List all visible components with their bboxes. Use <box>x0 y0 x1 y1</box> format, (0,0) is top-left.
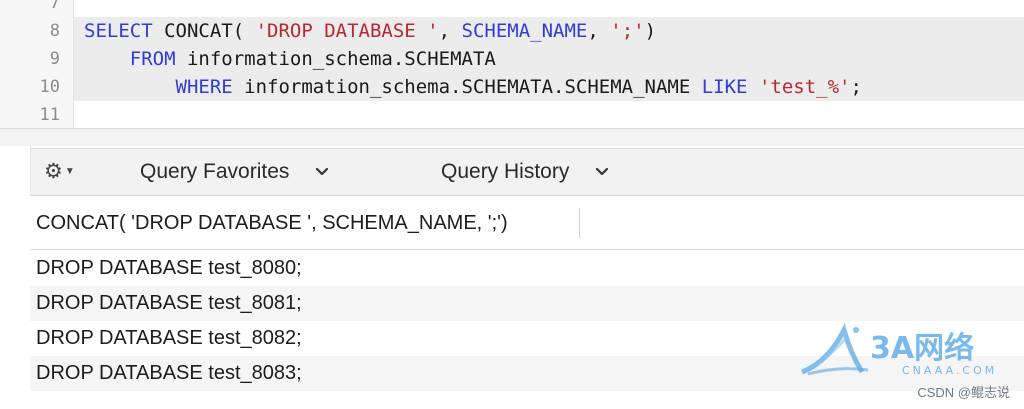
code-text: WHERE information_schema.SCHEMATA.SCHEMA… <box>74 73 1024 101</box>
editor-line[interactable]: 7 <box>0 0 1024 17</box>
code-text: SELECT CONCAT( 'DROP DATABASE ', SCHEMA_… <box>74 17 1024 45</box>
sql-string: ';' <box>610 20 645 42</box>
sql-token: CONCAT( <box>152 20 256 42</box>
gear-menu-button[interactable]: ⚙ ▼ <box>44 159 80 185</box>
line-number: 8 <box>49 21 60 41</box>
column-header-label: CONCAT( 'DROP DATABASE ', SCHEMA_NAME, '… <box>36 212 508 234</box>
gear-icon: ⚙ <box>44 160 63 183</box>
table-cell: DROP DATABASE test_8081; <box>36 292 302 314</box>
sql-keyword: WHERE <box>175 76 233 98</box>
editor-line[interactable]: 11 <box>0 101 1024 129</box>
table-cell: DROP DATABASE test_8082; <box>36 327 302 349</box>
table-cell: DROP DATABASE test_8080; <box>36 257 302 279</box>
sql-editor[interactable]: 7 8 SELECT CONCAT( 'DROP DATABASE ', SCHEM… <box>0 0 1024 146</box>
query-toolbar: ⚙ ▼ Query Favorites Query History <box>30 148 1024 196</box>
editor-line[interactable]: 9 FROM information_schema.SCHEMATA <box>0 45 1024 73</box>
watermark-logo: 3A网络 CNAAA.COM <box>798 322 998 378</box>
sql-keyword: SCHEMA_NAME <box>461 20 588 42</box>
query-favorites-label: Query Favorites <box>140 160 290 183</box>
line-number: 9 <box>49 49 60 69</box>
editor-line[interactable]: 8 SELECT CONCAT( 'DROP DATABASE ', SCHEMA… <box>0 17 1024 45</box>
sql-string: 'DROP DATABASE ' <box>255 20 439 42</box>
sql-keyword: SELECT <box>84 20 153 42</box>
watermark-logo-text: 3A网络 <box>870 331 974 366</box>
sql-keyword: LIKE <box>701 76 748 98</box>
sql-token: information_schema.SCHEMATA <box>175 48 496 70</box>
chevron-down-icon <box>315 165 329 180</box>
sql-token: , <box>438 20 462 42</box>
sql-keyword: FROM <box>129 48 176 70</box>
sql-token: ) <box>644 20 657 42</box>
sql-token: , <box>587 20 611 42</box>
sql-string: 'test_%' <box>758 76 851 98</box>
sql-token: information_schema.SCHEMATA.SCHEMA_NAME <box>232 76 702 98</box>
sql-token: ; <box>850 76 862 98</box>
column-divider[interactable] <box>579 208 580 238</box>
code-text: FROM information_schema.SCHEMATA <box>74 45 1024 73</box>
editor-bottom-bar <box>0 128 1024 146</box>
line-number: 7 <box>49 0 60 13</box>
editor-line[interactable]: 10 WHERE information_schema.SCHEMATA.SCH… <box>0 73 1024 101</box>
table-row[interactable]: DROP DATABASE test_8080; <box>30 251 1024 286</box>
column-header[interactable]: CONCAT( 'DROP DATABASE ', SCHEMA_NAME, '… <box>30 196 1024 250</box>
watermark-logo-sub: CNAAA.COM <box>902 364 997 377</box>
caret-down-icon: ▼ <box>64 166 75 177</box>
line-number: 10 <box>39 77 60 97</box>
query-history-button[interactable]: Query History <box>441 157 609 187</box>
line-number: 11 <box>39 105 60 125</box>
table-row[interactable]: DROP DATABASE test_8081; <box>30 286 1024 321</box>
query-history-label: Query History <box>441 160 570 183</box>
query-favorites-button[interactable]: Query Favorites <box>140 157 329 187</box>
table-cell: DROP DATABASE test_8083; <box>36 362 302 384</box>
watermark-credit: CSDN @鲲志说 <box>917 385 1010 400</box>
left-panel-edge <box>0 146 31 409</box>
chevron-down-icon <box>595 165 609 180</box>
